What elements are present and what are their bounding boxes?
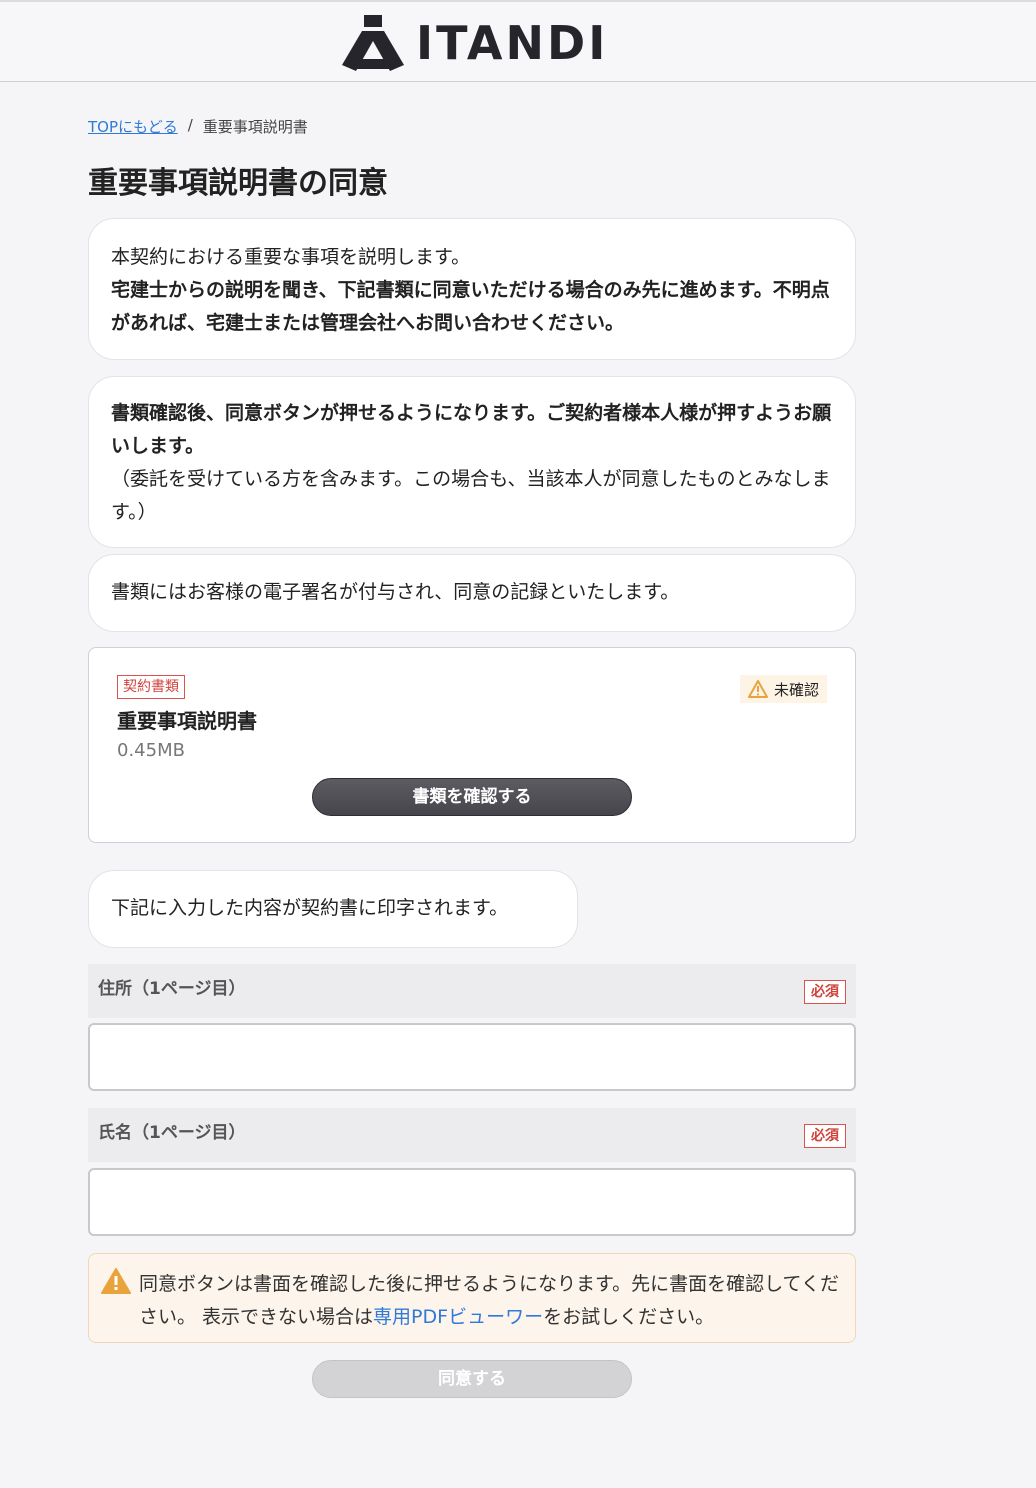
warning-text: 同意ボタンは書面を確認した後に押せるようになります。先に書面を確認してください。… bbox=[139, 1268, 843, 1334]
name-input[interactable] bbox=[88, 1168, 856, 1236]
required-badge: 必須 bbox=[804, 980, 846, 1004]
notice-text: 本契約における重要な事項を説明します。 bbox=[111, 246, 471, 268]
required-badge: 必須 bbox=[804, 1124, 846, 1148]
name-field-header: 氏名（1ページ目） 必須 bbox=[88, 1108, 856, 1162]
notice-text: 下記に入力した内容が契約書に印字されます。 bbox=[111, 897, 509, 919]
notice-text: （委託を受けている方を含みます。この場合も、当該本人が同意したものとみなします。… bbox=[111, 468, 831, 523]
notice-bold-text: 書類確認後、同意ボタンが押せるようになります。ご契約者様本人様が押すようお願いし… bbox=[111, 402, 832, 457]
notice-bold-text: 宅建士からの説明を聞き、下記書類に同意いただける場合のみ先に進めます。不明点があ… bbox=[111, 279, 830, 334]
itandi-logo[interactable]: ITANDI bbox=[340, 12, 608, 74]
print-notice-card: 下記に入力した内容が契約書に印字されます。 bbox=[88, 870, 578, 948]
notice-text: 書類にはお客様の電子署名が付与され、同意の記録といたします。 bbox=[111, 581, 680, 603]
name-field-label: 氏名（1ページ目） bbox=[98, 1123, 246, 1143]
document-tag: 契約書類 bbox=[117, 675, 185, 699]
warning-banner: 同意ボタンは書面を確認した後に押せるようになります。先に書面を確認してください。… bbox=[88, 1253, 856, 1343]
document-size: 0.45MB bbox=[117, 740, 185, 761]
warning-text-part: をお試しください。 bbox=[543, 1306, 715, 1328]
notice-card-consent: 書類確認後、同意ボタンが押せるようになります。ご契約者様本人様が押すようお願いし… bbox=[88, 376, 856, 548]
agree-button[interactable]: 同意する bbox=[312, 1360, 632, 1398]
page-title: 重要事項説明書の同意 bbox=[88, 166, 388, 201]
status-text: 未確認 bbox=[773, 680, 819, 699]
breadcrumb-separator: / bbox=[187, 116, 193, 134]
address-field-label: 住所（1ページ目） bbox=[98, 979, 246, 999]
breadcrumb-top-link[interactable]: TOPにもどる bbox=[88, 116, 178, 137]
status-badge: 未確認 bbox=[739, 675, 827, 703]
warning-icon bbox=[101, 1268, 131, 1294]
pdf-viewer-link[interactable]: 専用PDFビューワー bbox=[373, 1306, 543, 1328]
itandi-logo-icon bbox=[342, 15, 404, 71]
breadcrumb: TOPにもどる / 重要事項説明書 bbox=[88, 116, 308, 137]
warning-icon bbox=[747, 680, 768, 698]
document-card: 契約書類 重要事項説明書 0.45MB 未確認 書類を確認する bbox=[88, 647, 856, 843]
document-title: 重要事項説明書 bbox=[117, 709, 257, 733]
logo-text: ITANDI bbox=[416, 16, 609, 70]
notice-card-explanation: 本契約における重要な事項を説明します。 宅建士からの説明を聞き、下記書類に同意い… bbox=[88, 218, 856, 360]
confirm-document-button[interactable]: 書類を確認する bbox=[312, 778, 632, 816]
site-header: ITANDI bbox=[0, 0, 1036, 82]
address-field-header: 住所（1ページ目） 必須 bbox=[88, 964, 856, 1018]
notice-card-signature: 書類にはお客様の電子署名が付与され、同意の記録といたします。 bbox=[88, 554, 856, 632]
breadcrumb-current: 重要事項説明書 bbox=[202, 118, 308, 136]
address-input[interactable] bbox=[88, 1023, 856, 1091]
